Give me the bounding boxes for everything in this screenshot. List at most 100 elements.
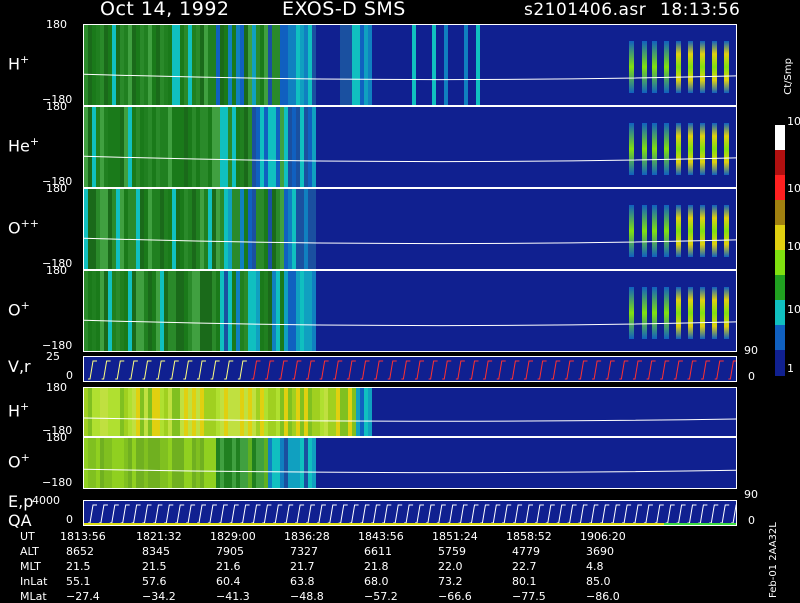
sweep-mark [502,504,512,524]
ephemeris-cell: −77.5 [512,590,546,603]
ephemeris-cell: 3690 [586,545,614,558]
sweep-mark [393,504,403,524]
sweep-mark [731,504,736,524]
panel-right-top-vr: 90 [744,344,758,357]
ephemeris-cell: 60.4 [216,575,241,588]
ephemeris-cell: 57.6 [142,575,167,588]
colorbar-label-1: 1 [787,362,794,375]
ephemeris-label-alt: ALT [20,545,39,558]
sweep-mark [153,504,163,524]
ephemeris-cell: −41.3 [216,590,250,603]
sweep-mark [709,504,719,524]
ephemeris-cell: 63.8 [290,575,315,588]
ephemeris-cell: 4779 [512,545,540,558]
ephemeris-cell: 6611 [364,545,392,558]
sweep-mark [371,504,381,524]
sweep-mark [295,504,305,524]
sweep-mark [619,360,629,380]
ephemeris-cell: 85.0 [586,575,611,588]
sweep-mark [156,360,166,380]
panel-ep [83,500,737,526]
panel-o2 [83,437,737,489]
sweep-mark [415,504,424,524]
panel-top-tick-opp: 180 [46,182,67,195]
trace-line [84,155,736,163]
panel-bottom-tick-vr: 0 [66,369,73,382]
sweep-mark [338,504,348,524]
colorbar-label-1e4: 10⁴ [787,115,800,128]
sweep-mark [207,504,217,524]
ephemeris-label-ut: UT [20,530,35,543]
panel-h2 [83,387,737,437]
sweep-mark [404,504,414,524]
ephemeris-label-inlat: InLat [20,575,48,588]
sweep-mark [687,504,697,524]
sweep-mark [496,360,506,380]
panel-top-tick-he: 180 [46,100,67,113]
panel-h1 [83,24,737,106]
sweep-mark [567,504,577,524]
plot-time: 18:13:56 [660,0,741,20]
sweep-mark [534,504,544,524]
panel-o1 [83,270,737,352]
ephemeris-cell: 68.0 [364,575,389,588]
ephemeris-cell: 80.1 [512,575,537,588]
sweep-mark [545,504,555,524]
ephemeris-cell: 5759 [438,545,466,558]
ephemeris-cell: −66.6 [438,590,472,603]
ephemeris-cell: −34.2 [142,590,176,603]
panel-top-tick-vr: 25 [46,350,60,363]
sweep-mark [240,504,250,524]
sweep-mark [278,360,288,380]
sweep-mark [524,504,533,524]
ephemeris-cell: 1836:28 [284,530,330,543]
sweep-mark [346,360,356,380]
sweep-mark [262,504,272,524]
sweep-mark [360,504,370,524]
sweep-mark [592,360,602,380]
trace-line [84,468,736,474]
colorbar-segment [775,275,785,301]
sweep-mark [360,360,370,380]
sweep-mark [265,360,275,380]
colorbar-segment [775,150,785,176]
sweep-mark [88,360,97,380]
colorbar-label-10: 10 [787,303,800,316]
sweep-mark [447,504,457,524]
panel-label-opp: O++ [8,217,40,238]
sweep-mark [698,504,708,524]
sweep-mark [164,504,174,524]
sweep-mark [660,360,670,380]
sweep-mark [483,360,493,380]
colorbar-segment [775,125,785,151]
sweep-mark [458,504,468,524]
sweep-mark [109,504,119,524]
sweep-mark [480,504,490,524]
panel-opp [83,188,737,270]
ephemeris-cell: 4.8 [586,560,604,573]
sweep-mark [115,360,125,380]
panel-label-o2: O+ [8,451,30,472]
ephemeris-cell: 21.8 [364,560,389,573]
sweep-mark [237,360,247,380]
panel-label2-ep: QA [8,511,32,530]
qa-bar-end [664,523,736,525]
sweep-mark [101,360,111,380]
sweep-mark [600,504,610,524]
plot-date: Oct 14, 1992 [100,0,230,20]
sweep-mark [524,360,533,380]
ephemeris-cell: 1843:56 [358,530,404,543]
sweep-mark [665,504,675,524]
colorbar-segment [775,175,785,201]
colorbar-segment [775,325,785,351]
plot-filename: s2101406.asr [524,0,647,20]
plot-instrument: EXOS-D SMS [282,0,406,20]
ephemeris-cell: 1906:20 [580,530,626,543]
sweep-mark [510,360,520,380]
sweep-mark [229,504,239,524]
ephemeris-cell: 1813:56 [60,530,106,543]
sweep-mark [306,504,315,524]
ephemeris-cell: 1858:52 [506,530,552,543]
ephemeris-cell: 55.1 [66,575,91,588]
sweep-mark [316,504,326,524]
